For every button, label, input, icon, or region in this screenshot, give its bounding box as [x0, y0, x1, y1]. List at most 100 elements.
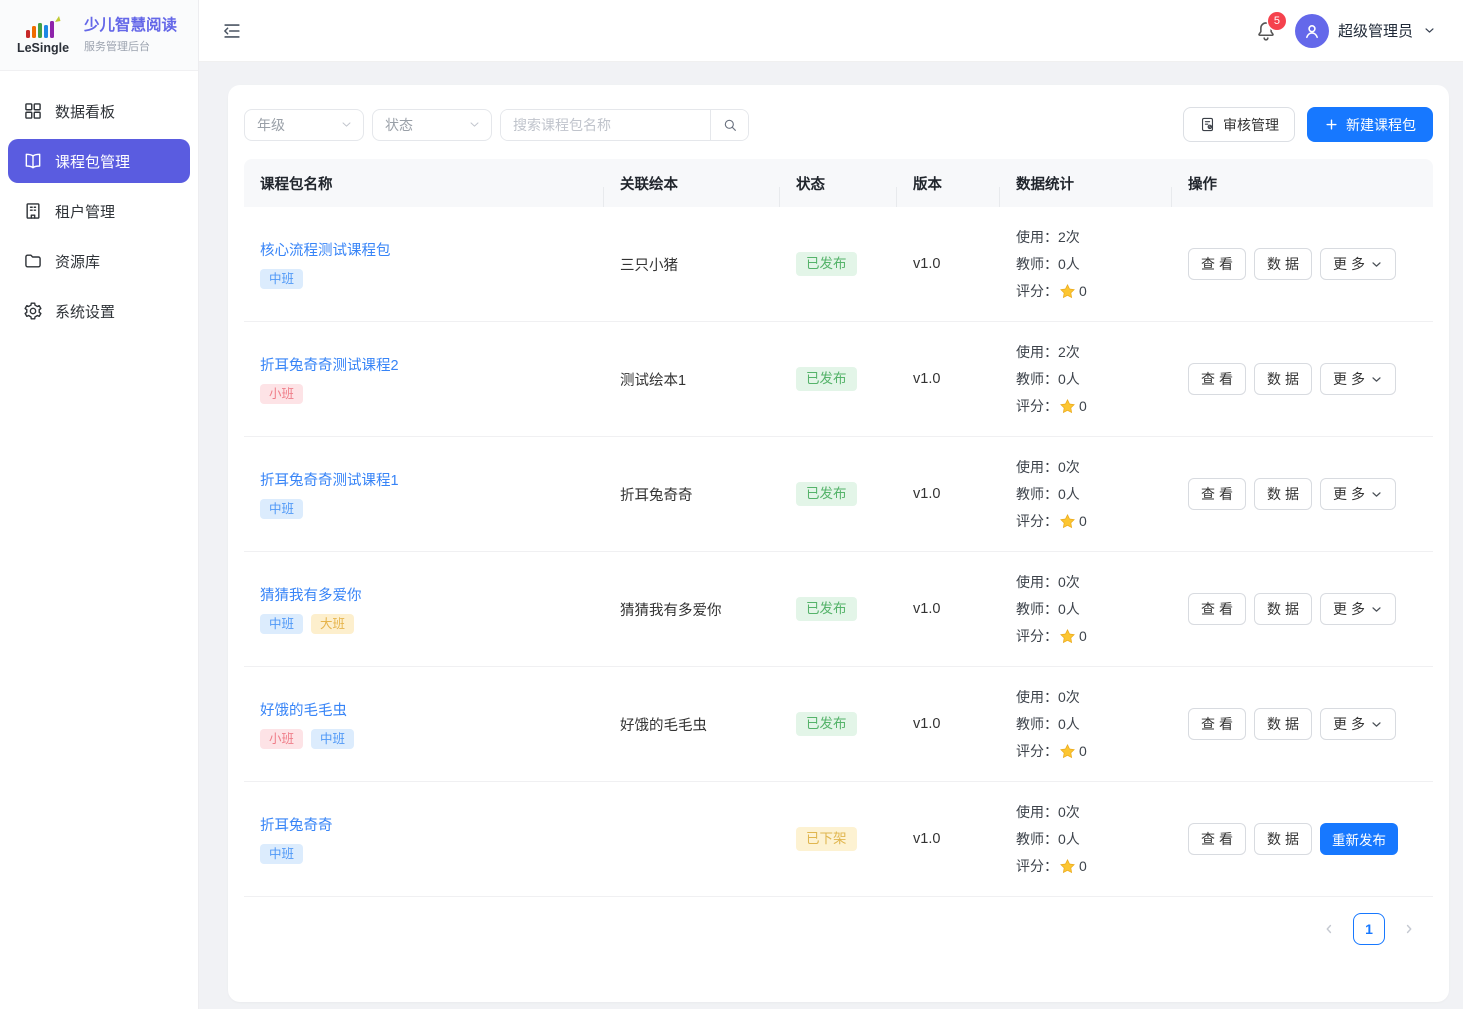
- sidebar-item-resources[interactable]: 资源库: [8, 239, 190, 283]
- page-number-button[interactable]: 1: [1353, 913, 1385, 945]
- rating-value: 0: [1079, 283, 1087, 299]
- table-row: 猜猜我有多爱你 中班大班 猜猜我有多爱你 已发布 v1.0 使用：0次 教师：0…: [244, 552, 1433, 667]
- view-button[interactable]: 查看: [1188, 708, 1246, 740]
- rating-label: 评分：: [1016, 626, 1058, 646]
- view-button[interactable]: 查看: [1188, 823, 1246, 855]
- filter-toolbar: 年级 状态 审核管理: [244, 107, 1433, 142]
- star-icon: [1059, 858, 1076, 875]
- course-package-card: 年级 状态 审核管理: [228, 85, 1449, 1002]
- data-button[interactable]: 数据: [1254, 708, 1312, 740]
- sidebar-item-dashboard[interactable]: 数据看板: [8, 89, 190, 133]
- chevron-down-icon: [1370, 718, 1383, 731]
- row-actions: 查看 数据 更多: [1172, 708, 1433, 740]
- chevron-down-icon: [1370, 373, 1383, 386]
- notification-badge: 5: [1268, 12, 1286, 30]
- grade-tag: 中班: [260, 844, 303, 865]
- star-icon: [1059, 283, 1076, 300]
- view-button[interactable]: 查看: [1188, 478, 1246, 510]
- column-header: 课程包名称: [244, 173, 604, 194]
- grade-tag: 中班: [260, 614, 303, 635]
- grade-tag: 小班: [260, 729, 303, 750]
- view-button[interactable]: 查看: [1188, 248, 1246, 280]
- star-icon: [1059, 743, 1076, 760]
- prev-page-button[interactable]: [1313, 913, 1345, 945]
- table-row: 核心流程测试课程包 中班 三只小猪 已发布 v1.0 使用：2次 教师：0人 评…: [244, 207, 1433, 322]
- package-name-link[interactable]: 折耳兔奇奇测试课程1: [260, 469, 399, 490]
- sidebar-item-label: 系统设置: [55, 301, 115, 322]
- status-filter-select[interactable]: 状态: [372, 109, 492, 141]
- star-icon: [1059, 398, 1076, 415]
- view-button[interactable]: 查看: [1188, 593, 1246, 625]
- view-button[interactable]: 查看: [1188, 363, 1246, 395]
- search-button[interactable]: [710, 110, 748, 140]
- data-button[interactable]: 数据: [1254, 478, 1312, 510]
- next-page-button[interactable]: [1393, 913, 1425, 945]
- chevron-down-icon: [1370, 258, 1383, 271]
- package-name-link[interactable]: 折耳兔奇奇测试课程2: [260, 354, 399, 375]
- book-name: 测试绘本1: [604, 369, 780, 390]
- republish-button[interactable]: 重新发布: [1320, 823, 1398, 855]
- topbar: 5 超级管理员: [199, 0, 1463, 62]
- grade-filter-label: 年级: [257, 115, 285, 135]
- logo: LeSingle 少儿智慧阅读 服务管理后台: [0, 0, 198, 71]
- data-button[interactable]: 数据: [1254, 248, 1312, 280]
- sidebar-item-settings[interactable]: 系统设置: [8, 289, 190, 333]
- grade-tags: 中班: [260, 269, 588, 290]
- row-actions: 查看 数据 更多: [1172, 593, 1433, 625]
- package-name-link[interactable]: 核心流程测试课程包: [260, 239, 391, 260]
- collapse-sidebar-icon[interactable]: [221, 20, 243, 42]
- more-button[interactable]: 更多: [1320, 593, 1396, 625]
- usage-value: 0次: [1058, 802, 1080, 822]
- sidebar-item-tenants[interactable]: 租户管理: [8, 189, 190, 233]
- teacher-label: 教师：: [1016, 254, 1058, 274]
- more-button[interactable]: 更多: [1320, 248, 1396, 280]
- search-input[interactable]: [501, 110, 710, 140]
- grade-tags: 中班大班: [260, 614, 588, 635]
- package-name-link[interactable]: 猜猜我有多爱你: [260, 584, 362, 605]
- building-icon: [23, 201, 43, 221]
- notification-bell[interactable]: 5: [1255, 20, 1277, 42]
- content-area: 年级 状态 审核管理: [199, 62, 1463, 1009]
- user-menu[interactable]: 超级管理员: [1295, 14, 1437, 48]
- data-button[interactable]: 数据: [1254, 363, 1312, 395]
- grade-tag: 大班: [311, 614, 354, 635]
- package-name-link[interactable]: 好饿的毛毛虫: [260, 699, 347, 720]
- user-name: 超级管理员: [1338, 20, 1413, 41]
- chevron-down-icon: [1370, 488, 1383, 501]
- sidebar-item-course-packages[interactable]: 课程包管理: [8, 139, 190, 183]
- status-badge: 已发布: [796, 482, 857, 506]
- teacher-value: 0人: [1058, 714, 1080, 734]
- table-row: 折耳兔奇奇 中班 已下架 v1.0 使用：0次 教师：0人 评分：0 查看 数据…: [244, 782, 1433, 897]
- chevron-left-icon: [1322, 922, 1336, 936]
- star-icon: [1059, 628, 1076, 645]
- package-name-link[interactable]: 折耳兔奇奇: [260, 814, 333, 835]
- rating-label: 评分：: [1016, 281, 1058, 301]
- usage-label: 使用：: [1016, 227, 1058, 247]
- teacher-value: 0人: [1058, 829, 1080, 849]
- teacher-label: 教师：: [1016, 714, 1058, 734]
- grade-filter-select[interactable]: 年级: [244, 109, 364, 141]
- grade-tags: 中班: [260, 499, 588, 520]
- book-name: 折耳兔奇奇: [604, 484, 780, 505]
- usage-label: 使用：: [1016, 687, 1058, 707]
- grade-tag: 中班: [311, 729, 354, 750]
- search-group: [500, 109, 749, 141]
- more-button[interactable]: 更多: [1320, 363, 1396, 395]
- rating-value: 0: [1079, 628, 1087, 644]
- rating-value: 0: [1079, 513, 1087, 529]
- data-button[interactable]: 数据: [1254, 593, 1312, 625]
- chevron-down-icon: [1370, 603, 1383, 616]
- table-row: 好饿的毛毛虫 小班中班 好饿的毛毛虫 已发布 v1.0 使用：0次 教师：0人 …: [244, 667, 1433, 782]
- book-name: 好饿的毛毛虫: [604, 714, 780, 735]
- data-button[interactable]: 数据: [1254, 823, 1312, 855]
- teacher-value: 0人: [1058, 484, 1080, 504]
- review-management-button[interactable]: 审核管理: [1183, 107, 1295, 142]
- chevron-right-icon: [1402, 922, 1416, 936]
- more-button[interactable]: 更多: [1320, 478, 1396, 510]
- more-button[interactable]: 更多: [1320, 708, 1396, 740]
- row-actions: 查看 数据 更多: [1172, 248, 1433, 280]
- status-badge: 已发布: [796, 252, 857, 276]
- create-package-button[interactable]: 新建课程包: [1307, 107, 1433, 142]
- sidebar: LeSingle 少儿智慧阅读 服务管理后台 数据看板课程包管理租户管理资源库系…: [0, 0, 199, 1009]
- teacher-label: 教师：: [1016, 829, 1058, 849]
